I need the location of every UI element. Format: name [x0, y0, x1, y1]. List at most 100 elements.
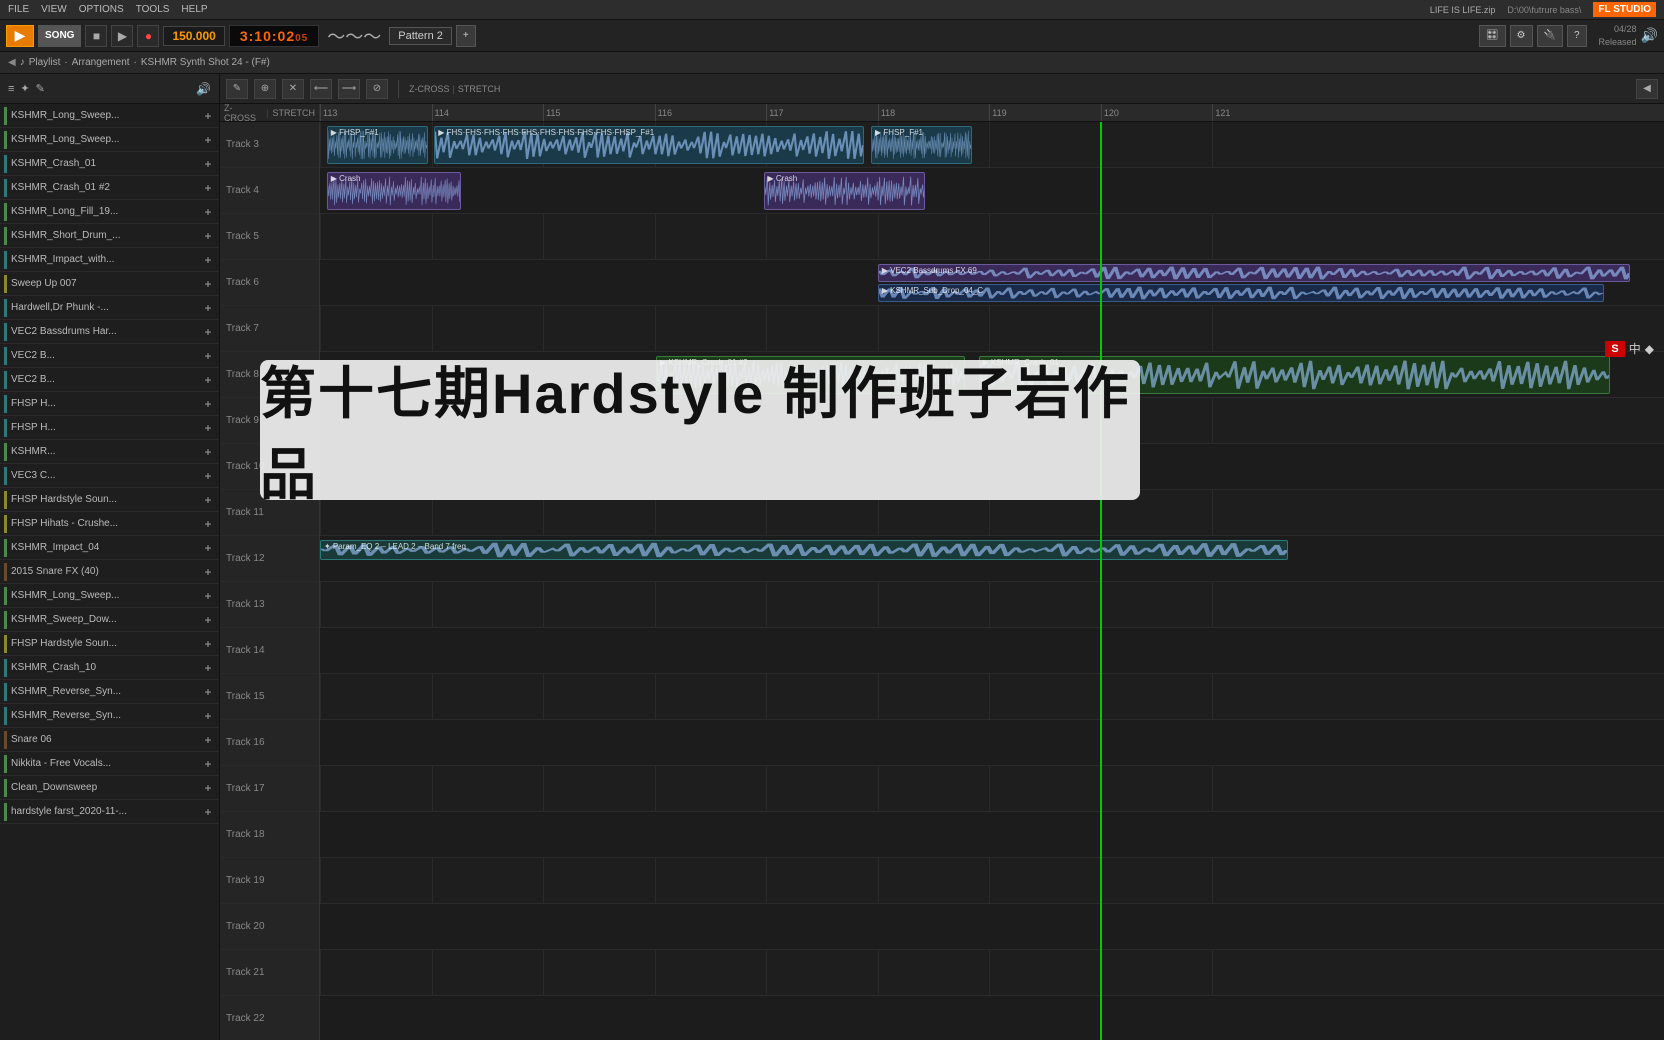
track-row[interactable] [320, 812, 1664, 858]
track-row[interactable]: ▶ VEC2 Bassdrums FX 69 ▶ KSHMR_Sub_Drop_0… [320, 260, 1664, 306]
help-btn[interactable]: ? [1567, 25, 1587, 47]
track-add-button[interactable]: + [201, 661, 215, 675]
track-add-button[interactable]: + [201, 229, 215, 243]
track-item[interactable]: FHSP Hardstyle Soun...+ [0, 632, 219, 656]
breadcrumb-instrument[interactable]: KSHMR Synth Shot 24 - (F#) [141, 57, 270, 68]
track-item[interactable]: VEC3 C...+ [0, 464, 219, 488]
track-add-button[interactable]: + [201, 493, 215, 507]
track-item[interactable]: hardstyle farst_2020-11-...+ [0, 800, 219, 824]
menu-options[interactable]: OPTIONS [79, 4, 124, 15]
track-row[interactable] [320, 766, 1664, 812]
track-add-button[interactable]: + [201, 109, 215, 123]
play-btn[interactable]: ▶ [111, 25, 133, 47]
audio-clip[interactable]: ▶ FHSP_F#1 [327, 126, 428, 164]
track-row[interactable] [320, 904, 1664, 950]
draw-tool[interactable]: ✎ [226, 79, 248, 99]
track-add-button[interactable]: + [201, 373, 215, 387]
track-row[interactable] [320, 996, 1664, 1040]
erase-tool[interactable]: ✕ [282, 79, 304, 99]
track-item[interactable]: KSHMR_Long_Sweep...+ [0, 584, 219, 608]
track-item[interactable]: Sweep Up 007+ [0, 272, 219, 296]
track-add-button[interactable]: + [201, 277, 215, 291]
track-row[interactable] [320, 720, 1664, 766]
track-add-button[interactable]: + [201, 541, 215, 555]
track-item[interactable]: FHSP Hihats - Crushe...+ [0, 512, 219, 536]
tracks-content[interactable]: ▶ FHSP_F#1▶ FHS·FHS·FHS·FHS·FHS·FHS·FHS·… [320, 122, 1664, 1040]
song-mode-btn[interactable]: SONG [38, 25, 81, 47]
track-item[interactable]: KSHMR_Long_Sweep...+ [0, 104, 219, 128]
audio-clip[interactable]: ▶ FHSP_F#1 [871, 126, 972, 164]
stop-btn[interactable]: ■ [85, 25, 107, 47]
track-add-button[interactable]: + [201, 589, 215, 603]
audio-clip[interactable]: ▶ Crash [764, 172, 925, 210]
menu-file[interactable]: FILE [8, 4, 29, 15]
sidebar-icon2[interactable]: ✦ [20, 82, 29, 95]
track-row[interactable] [320, 674, 1664, 720]
track-add-button[interactable]: + [201, 181, 215, 195]
tracks-container[interactable]: Track 3Track 4Track 5Track 6Track 7Track… [220, 122, 1664, 1040]
pattern-display[interactable]: Pattern 2 [389, 27, 452, 45]
track-add-button[interactable]: + [201, 421, 215, 435]
track-row[interactable] [320, 950, 1664, 996]
collapse-btn[interactable]: ◀ [1636, 79, 1658, 99]
track-item[interactable]: KSHMR_Long_Fill_19...+ [0, 200, 219, 224]
sidebar-speaker[interactable]: 🔊 [196, 82, 211, 96]
track-item[interactable]: 2015 Snare FX (40)+ [0, 560, 219, 584]
track-add-button[interactable]: + [201, 157, 215, 171]
track-item[interactable]: KSHMR_Reverse_Syn...+ [0, 704, 219, 728]
track-item[interactable]: Hardwell,Dr Phunk -...+ [0, 296, 219, 320]
track-add-button[interactable]: + [201, 517, 215, 531]
track-add-button[interactable]: + [201, 757, 215, 771]
audio-clip[interactable]: ▶ FHS·FHS·FHS·FHS·FHS·FHS·FHS·FHS·FHS·FH… [434, 126, 864, 164]
track-item[interactable]: KSHMR_Crash_01+ [0, 152, 219, 176]
select-tool[interactable]: ⊕ [254, 79, 276, 99]
audio-clip[interactable]: ▶ KSHMR_Sub_Drop_04_C [878, 284, 1604, 302]
pattern-add-btn[interactable]: + [456, 25, 476, 47]
track-item[interactable]: VEC2 B...+ [0, 344, 219, 368]
track-item[interactable]: FHSP H...+ [0, 392, 219, 416]
plugin-btn[interactable]: 🔌 [1537, 25, 1563, 47]
breadcrumb-playlist[interactable]: Playlist [29, 57, 61, 68]
track-add-button[interactable]: + [201, 709, 215, 723]
zoom-in-tool[interactable]: ⟵ [310, 79, 332, 99]
track-row[interactable] [320, 858, 1664, 904]
sidebar-icon3[interactable]: ✎ [36, 82, 45, 95]
track-add-button[interactable]: + [201, 565, 215, 579]
track-add-button[interactable]: + [201, 301, 215, 315]
audio-clip[interactable]: ✦ Param_EQ 2 – LEAD 2 – Band 7 freq [320, 540, 1288, 560]
track-item[interactable]: VEC2 Bassdrums Har...+ [0, 320, 219, 344]
menu-help[interactable]: HELP [181, 4, 207, 15]
volume-icon[interactable]: 🔊 [1641, 27, 1658, 44]
track-item[interactable]: KSHMR_Short_Drum_...+ [0, 224, 219, 248]
track-item[interactable]: KSHMR...+ [0, 440, 219, 464]
settings-btn[interactable]: ⚙ [1510, 25, 1533, 47]
track-row[interactable]: ✦ Param_EQ 2 – LEAD 2 – Band 7 freq [320, 536, 1664, 582]
track-item[interactable]: FHSP Hardstyle Soun...+ [0, 488, 219, 512]
menu-tools[interactable]: TOOLS [136, 4, 170, 15]
track-row[interactable] [320, 582, 1664, 628]
menu-view[interactable]: VIEW [41, 4, 67, 15]
track-row[interactable] [320, 628, 1664, 674]
track-add-button[interactable]: + [201, 205, 215, 219]
track-add-button[interactable]: + [201, 253, 215, 267]
mixer-btn[interactable]: 🎛 [1479, 25, 1506, 47]
track-add-button[interactable]: + [201, 469, 215, 483]
track-add-button[interactable]: + [201, 325, 215, 339]
track-item[interactable]: VEC2 B...+ [0, 368, 219, 392]
track-add-button[interactable]: + [201, 613, 215, 627]
track-item[interactable]: Nikkita - Free Vocals...+ [0, 752, 219, 776]
track-add-button[interactable]: + [201, 637, 215, 651]
track-row[interactable] [320, 214, 1664, 260]
record-btn[interactable]: ● [137, 25, 159, 47]
track-add-button[interactable]: + [201, 445, 215, 459]
track-item[interactable]: KSHMR_Long_Sweep...+ [0, 128, 219, 152]
slice-tool[interactable]: ⊘ [366, 79, 388, 99]
audio-clip[interactable]: ▶ VEC2 Bassdrums FX 69 [878, 264, 1631, 282]
track-item[interactable]: Snare 06+ [0, 728, 219, 752]
track-add-button[interactable]: + [201, 133, 215, 147]
track-item[interactable]: Clean_Downsweep+ [0, 776, 219, 800]
track-item[interactable]: KSHMR_Crash_01 #2+ [0, 176, 219, 200]
track-item[interactable]: FHSP H...+ [0, 416, 219, 440]
track-item[interactable]: KSHMR_Reverse_Syn...+ [0, 680, 219, 704]
track-add-button[interactable]: + [201, 349, 215, 363]
